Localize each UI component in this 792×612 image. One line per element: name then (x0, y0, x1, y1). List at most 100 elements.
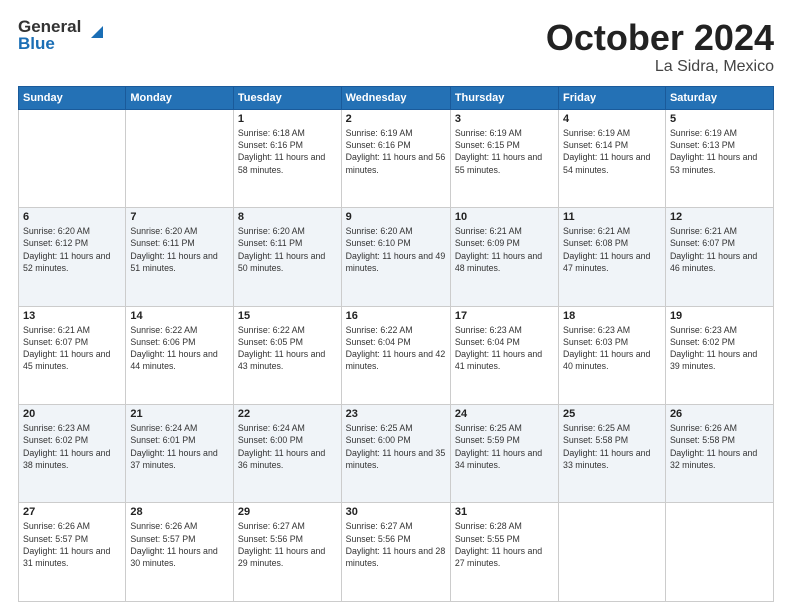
day-cell-9: 9Sunrise: 6:20 AM Sunset: 6:10 PM Daylig… (341, 208, 450, 306)
day-cell-30: 30Sunrise: 6:27 AM Sunset: 5:56 PM Dayli… (341, 503, 450, 602)
day-number: 11 (563, 211, 661, 223)
day-info: Sunrise: 6:18 AM Sunset: 6:16 PM Dayligh… (238, 127, 337, 176)
day-cell-20: 20Sunrise: 6:23 AM Sunset: 6:02 PM Dayli… (19, 405, 126, 503)
day-info: Sunrise: 6:26 AM Sunset: 5:57 PM Dayligh… (23, 520, 121, 569)
day-cell-22: 22 Sunrise: 6:24 AM Sunset: 6:00 PM Dayli… (233, 405, 341, 503)
day-info: Sunrise: 6:24 AM Sunset: 6:00 PM Dayligh… (238, 422, 337, 471)
day-number: 22 (238, 408, 337, 420)
day-number: 10 (455, 211, 554, 223)
day-info: Sunrise: 6:26 AM Sunset: 5:58 PM Dayligh… (670, 422, 769, 471)
day-info: Sunrise: 6:19 AM Sunset: 6:14 PM Dayligh… (563, 127, 661, 176)
empty-cell (126, 109, 234, 207)
day-cell-2: 2 Sunrise: 6:19 AM Sunset: 6:16 PM Daylig… (341, 109, 450, 207)
day-cell-4: 4Sunrise: 6:19 AM Sunset: 6:14 PM Daylig… (559, 109, 666, 207)
logo-general: General (18, 18, 81, 35)
week-row-3: 13 Sunrise: 6:21 AM Sunset: 6:07 PM Dayli… (19, 306, 774, 404)
day-cell-29: 29 Sunrise: 6:27 AM Sunset: 5:56 PM Dayli… (233, 503, 341, 602)
day-info: Sunrise: 6:23 AM Sunset: 6:03 PM Dayligh… (563, 324, 661, 373)
day-number: 3 (455, 113, 554, 125)
empty-cell (19, 109, 126, 207)
month-title: October 2024 (546, 18, 774, 58)
week-row-5: 27Sunrise: 6:26 AM Sunset: 5:57 PM Dayli… (19, 503, 774, 602)
day-number: 14 (130, 310, 229, 322)
day-number: 13 (23, 310, 121, 322)
day-info: Sunrise: 6:21 AM Sunset: 6:07 PM Dayligh… (23, 324, 121, 373)
day-cell-18: 18 Sunrise: 6:23 AM Sunset: 6:03 PM Dayli… (559, 306, 666, 404)
day-info: Sunrise: 6:22 AM Sunset: 6:04 PM Dayligh… (346, 324, 446, 373)
day-info: Sunrise: 6:21 AM Sunset: 6:09 PM Dayligh… (455, 225, 554, 274)
day-cell-5: 5 Sunrise: 6:19 AM Sunset: 6:13 PM Daylig… (665, 109, 773, 207)
day-cell-8: 8 Sunrise: 6:20 AM Sunset: 6:11 PM Daylig… (233, 208, 341, 306)
day-info: Sunrise: 6:21 AM Sunset: 6:07 PM Dayligh… (670, 225, 769, 274)
day-cell-15: 15 Sunrise: 6:22 AM Sunset: 6:05 PM Dayli… (233, 306, 341, 404)
logo: General Blue (18, 18, 109, 52)
day-info: Sunrise: 6:20 AM Sunset: 6:11 PM Dayligh… (238, 225, 337, 274)
day-number: 30 (346, 506, 446, 518)
day-cell-25: 25 Sunrise: 6:25 AM Sunset: 5:58 PM Dayli… (559, 405, 666, 503)
day-number: 7 (130, 211, 229, 223)
day-info: Sunrise: 6:19 AM Sunset: 6:16 PM Dayligh… (346, 127, 446, 176)
day-number: 19 (670, 310, 769, 322)
day-info: Sunrise: 6:20 AM Sunset: 6:11 PM Dayligh… (130, 225, 229, 274)
day-number: 17 (455, 310, 554, 322)
week-row-1: 1Sunrise: 6:18 AM Sunset: 6:16 PM Daylig… (19, 109, 774, 207)
week-row-4: 20Sunrise: 6:23 AM Sunset: 6:02 PM Dayli… (19, 405, 774, 503)
day-info: Sunrise: 6:23 AM Sunset: 6:04 PM Dayligh… (455, 324, 554, 373)
day-number: 16 (346, 310, 446, 322)
day-number: 31 (455, 506, 554, 518)
day-number: 25 (563, 408, 661, 420)
title-section: October 2024 La Sidra, Mexico (546, 18, 774, 76)
day-header-thursday: Thursday (450, 86, 558, 109)
day-cell-23: 23Sunrise: 6:25 AM Sunset: 6:00 PM Dayli… (341, 405, 450, 503)
day-header-friday: Friday (559, 86, 666, 109)
day-cell-1: 1Sunrise: 6:18 AM Sunset: 6:16 PM Daylig… (233, 109, 341, 207)
day-cell-12: 12 Sunrise: 6:21 AM Sunset: 6:07 PM Dayli… (665, 208, 773, 306)
calendar-header-row: SundayMondayTuesdayWednesdayThursdayFrid… (19, 86, 774, 109)
day-header-sunday: Sunday (19, 86, 126, 109)
day-cell-31: 31 Sunrise: 6:28 AM Sunset: 5:55 PM Dayli… (450, 503, 558, 602)
page: General Blue October 2024 La Sidra, Mexi… (0, 0, 792, 612)
day-cell-27: 27Sunrise: 6:26 AM Sunset: 5:57 PM Dayli… (19, 503, 126, 602)
logo-icon (83, 18, 109, 44)
day-number: 8 (238, 211, 337, 223)
day-cell-16: 16 Sunrise: 6:22 AM Sunset: 6:04 PM Dayli… (341, 306, 450, 404)
empty-cell (559, 503, 666, 602)
logo-text: General Blue (18, 18, 81, 52)
day-number: 29 (238, 506, 337, 518)
day-number: 2 (346, 113, 446, 125)
day-info: Sunrise: 6:22 AM Sunset: 6:05 PM Dayligh… (238, 324, 337, 373)
day-info: Sunrise: 6:21 AM Sunset: 6:08 PM Dayligh… (563, 225, 661, 274)
day-cell-17: 17 Sunrise: 6:23 AM Sunset: 6:04 PM Dayli… (450, 306, 558, 404)
day-number: 23 (346, 408, 446, 420)
day-number: 15 (238, 310, 337, 322)
day-cell-11: 11 Sunrise: 6:21 AM Sunset: 6:08 PM Dayli… (559, 208, 666, 306)
day-number: 18 (563, 310, 661, 322)
day-cell-19: 19Sunrise: 6:23 AM Sunset: 6:02 PM Dayli… (665, 306, 773, 404)
day-number: 26 (670, 408, 769, 420)
day-cell-3: 3 Sunrise: 6:19 AM Sunset: 6:15 PM Daylig… (450, 109, 558, 207)
day-info: Sunrise: 6:25 AM Sunset: 5:58 PM Dayligh… (563, 422, 661, 471)
day-number: 5 (670, 113, 769, 125)
day-cell-7: 7 Sunrise: 6:20 AM Sunset: 6:11 PM Daylig… (126, 208, 234, 306)
day-header-tuesday: Tuesday (233, 86, 341, 109)
day-info: Sunrise: 6:20 AM Sunset: 6:12 PM Dayligh… (23, 225, 121, 274)
day-info: Sunrise: 6:28 AM Sunset: 5:55 PM Dayligh… (455, 520, 554, 569)
calendar-table: SundayMondayTuesdayWednesdayThursdayFrid… (18, 86, 774, 602)
day-info: Sunrise: 6:24 AM Sunset: 6:01 PM Dayligh… (130, 422, 229, 471)
day-number: 20 (23, 408, 121, 420)
day-header-monday: Monday (126, 86, 234, 109)
day-info: Sunrise: 6:27 AM Sunset: 5:56 PM Dayligh… (238, 520, 337, 569)
day-info: Sunrise: 6:19 AM Sunset: 6:13 PM Dayligh… (670, 127, 769, 176)
header: General Blue October 2024 La Sidra, Mexi… (18, 18, 774, 76)
day-info: Sunrise: 6:19 AM Sunset: 6:15 PM Dayligh… (455, 127, 554, 176)
empty-cell (665, 503, 773, 602)
day-cell-21: 21Sunrise: 6:24 AM Sunset: 6:01 PM Dayli… (126, 405, 234, 503)
location: La Sidra, Mexico (546, 58, 774, 76)
day-cell-14: 14 Sunrise: 6:22 AM Sunset: 6:06 PM Dayli… (126, 306, 234, 404)
day-number: 12 (670, 211, 769, 223)
day-info: Sunrise: 6:22 AM Sunset: 6:06 PM Dayligh… (130, 324, 229, 373)
day-cell-24: 24Sunrise: 6:25 AM Sunset: 5:59 PM Dayli… (450, 405, 558, 503)
day-info: Sunrise: 6:25 AM Sunset: 5:59 PM Dayligh… (455, 422, 554, 471)
day-header-wednesday: Wednesday (341, 86, 450, 109)
day-cell-6: 6Sunrise: 6:20 AM Sunset: 6:12 PM Daylig… (19, 208, 126, 306)
